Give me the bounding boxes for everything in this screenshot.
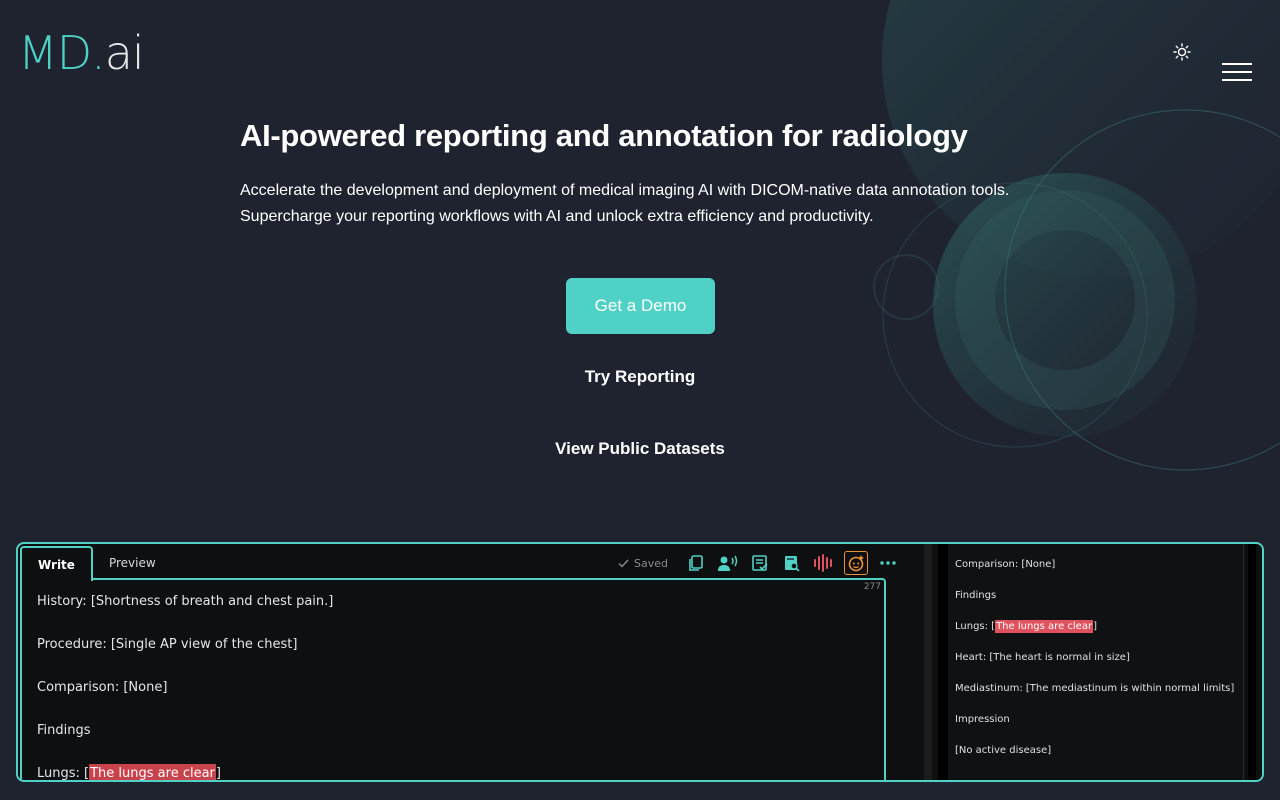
preview-line-impression-value: [No active disease] bbox=[955, 745, 1052, 756]
ai-assistant-icon bbox=[848, 555, 864, 572]
hero-subtitle-line: Accelerate the development and deploymen… bbox=[240, 182, 1010, 199]
hamburger-menu-icon bbox=[1222, 71, 1252, 73]
view-public-datasets-link[interactable]: View Public Datasets bbox=[490, 439, 790, 459]
theme-toggle-button[interactable] bbox=[1168, 38, 1196, 66]
preview-line-heart: Heart: [The heart is normal in size] bbox=[955, 652, 1130, 663]
preview-content: Comparison: [None] Findings Lungs: [The … bbox=[948, 544, 1244, 780]
preview-line-comparison: Comparison: [None] bbox=[955, 559, 1056, 570]
more-button[interactable] bbox=[876, 551, 900, 575]
logo-dot: . bbox=[91, 26, 106, 80]
saved-status: Saved bbox=[618, 557, 668, 570]
logo-suffix: ai bbox=[104, 26, 145, 80]
lungs-highlight: The lungs are clear bbox=[89, 764, 216, 781]
waveform-button[interactable] bbox=[812, 551, 836, 575]
history-prefix: History: [ bbox=[37, 594, 96, 609]
preview-lungs-prefix: Lungs: [ bbox=[955, 621, 996, 632]
copy-icon bbox=[689, 555, 703, 571]
search-document-button[interactable] bbox=[780, 551, 804, 575]
report-editor[interactable]: 277 History: [Shortness of breath and ch… bbox=[20, 578, 886, 781]
check-icon bbox=[618, 559, 629, 568]
editor-line-lungs: Lungs: [The lungs are clear] bbox=[37, 764, 884, 781]
hero-title: AI-powered reporting and annotation for … bbox=[240, 118, 968, 153]
preview-divider bbox=[938, 544, 948, 780]
preview-line-impression: Impression bbox=[955, 714, 1010, 725]
saved-label: Saved bbox=[634, 556, 668, 570]
dictation-button[interactable] bbox=[716, 551, 740, 575]
hero-subtitle-line: Supercharge your reporting workflows wit… bbox=[240, 208, 874, 225]
preview-divider bbox=[924, 544, 932, 780]
lungs-suffix: ] bbox=[215, 766, 221, 781]
waveform-icon bbox=[813, 554, 832, 572]
reporting-demo-screenshot: Write Preview Saved 277 History: [Shortn… bbox=[16, 542, 1264, 782]
preview-lungs-suffix: ] bbox=[1093, 621, 1097, 632]
preview-line-findings: Findings bbox=[955, 590, 997, 601]
editor-line-findings: Findings bbox=[37, 723, 91, 738]
sun-icon bbox=[1173, 43, 1191, 61]
editor-line-history: History: [Shortness of breath and chest … bbox=[37, 594, 884, 610]
template-icon bbox=[752, 555, 768, 571]
search-document-icon bbox=[784, 556, 800, 572]
more-icon bbox=[880, 561, 896, 565]
editor-toolbar: Saved bbox=[618, 550, 900, 576]
hero-subtitle: Accelerate the development and deploymen… bbox=[240, 178, 1009, 230]
hamburger-menu-button[interactable] bbox=[1220, 60, 1254, 84]
preview-lungs-highlight: The lungs are clear bbox=[995, 620, 1094, 633]
hamburger-menu-icon bbox=[1222, 63, 1252, 65]
report-preview-pane: Comparison: [None] Findings Lungs: [The … bbox=[924, 544, 1262, 780]
template-button[interactable] bbox=[748, 551, 772, 575]
history-suffix: ] bbox=[328, 594, 334, 609]
preview-line-lungs: Lungs: [The lungs are clear] bbox=[955, 620, 1243, 637]
copy-button[interactable] bbox=[684, 551, 708, 575]
dictation-icon bbox=[717, 555, 738, 571]
character-count: 277 bbox=[863, 582, 881, 592]
history-value: Shortness of breath and chest pain. bbox=[95, 594, 329, 609]
tab-write[interactable]: Write bbox=[20, 546, 93, 581]
get-demo-button[interactable]: Get a Demo bbox=[566, 278, 715, 334]
brand-logo[interactable]: MD.ai bbox=[18, 30, 145, 76]
lungs-prefix: Lungs: [ bbox=[37, 766, 90, 781]
editor-line-procedure: Procedure: [Single AP view of the chest] bbox=[37, 637, 298, 652]
hamburger-menu-icon bbox=[1222, 79, 1252, 81]
preview-line-mediastinum: Mediastinum: [The mediastinum is within … bbox=[955, 683, 1235, 694]
editor-tabs: Write Preview bbox=[20, 546, 172, 581]
ai-assistant-button[interactable] bbox=[843, 551, 868, 575]
preview-edge bbox=[1248, 544, 1256, 780]
tab-preview[interactable]: Preview bbox=[93, 546, 172, 580]
logo-main: MD bbox=[18, 26, 92, 80]
editor-line-comparison: Comparison: [None] bbox=[37, 680, 168, 695]
try-reporting-link[interactable]: Try Reporting bbox=[490, 367, 790, 387]
